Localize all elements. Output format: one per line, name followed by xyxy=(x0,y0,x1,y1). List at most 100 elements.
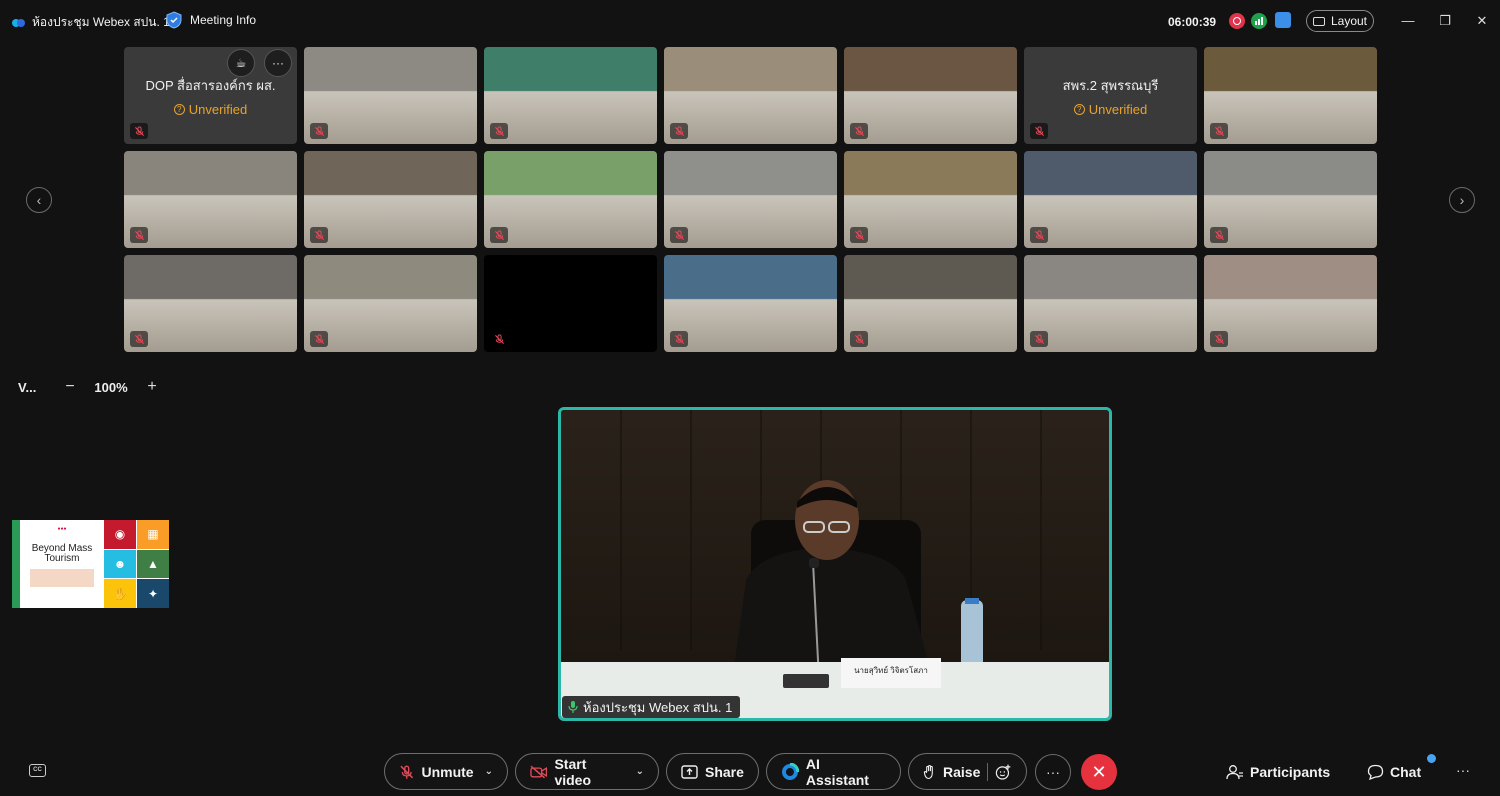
participants-button[interactable]: Participants xyxy=(1226,764,1330,780)
muted-microphone-icon xyxy=(490,227,508,243)
muted-microphone-icon xyxy=(310,123,328,139)
chevron-down-icon[interactable]: ⌄ xyxy=(636,766,644,777)
zoom-out-button[interactable]: − xyxy=(58,378,82,396)
start-video-button[interactable]: Start video ⌄ xyxy=(515,753,659,790)
muted-microphone-icon xyxy=(130,227,148,243)
chat-label: Chat xyxy=(1390,764,1422,780)
tile-more-options-button[interactable]: ··· xyxy=(264,49,292,77)
raise-label: Raise xyxy=(943,763,981,780)
muted-microphone-icon xyxy=(1210,123,1228,139)
shield-icon xyxy=(166,11,182,29)
muted-microphone-icon xyxy=(130,123,148,139)
muted-microphone-icon xyxy=(490,331,508,347)
ai-assistant-button[interactable]: AI Assistant xyxy=(766,753,901,790)
participant-tile[interactable] xyxy=(124,255,297,352)
network-stats-icon[interactable] xyxy=(1251,13,1267,29)
active-speaker-name-label: ห้องประชุม Webex สปน. 1 xyxy=(562,696,741,718)
participant-grid: DOP สื่อสารองค์กร ผส.? Unverified ☕ ··· สพร.… xyxy=(124,47,1377,352)
reaction-icon[interactable] xyxy=(995,763,1012,781)
next-page-button[interactable]: › xyxy=(1449,187,1475,213)
ai-assistant-label: AI Assistant xyxy=(805,755,869,788)
participant-tile[interactable] xyxy=(1204,47,1377,144)
unmute-label: Unmute xyxy=(421,763,474,780)
ai-assistant-icon xyxy=(781,762,799,780)
video-off-icon xyxy=(530,765,548,778)
participant-tile[interactable] xyxy=(484,151,657,248)
hand-icon xyxy=(923,764,933,779)
restore-icon[interactable]: ❐ xyxy=(1438,14,1452,28)
share-button[interactable]: Share xyxy=(666,753,759,790)
participant-tile[interactable]: DOP สื่อสารองค์กร ผส.? Unverified ☕ ··· xyxy=(124,47,297,144)
participant-tile[interactable] xyxy=(304,47,477,144)
notes-icon[interactable] xyxy=(1275,12,1291,28)
participant-tile[interactable] xyxy=(1024,255,1197,352)
microphone-icon xyxy=(568,701,578,713)
zoom-in-button[interactable]: + xyxy=(140,378,164,396)
participant-tile[interactable] xyxy=(1024,151,1197,248)
speaker-name: ห้องประชุม Webex สปน. 1 xyxy=(583,699,733,715)
zoom-controls: V... − 100% + xyxy=(18,378,164,396)
status-label: Unverified xyxy=(188,101,248,117)
view-label[interactable]: V... xyxy=(18,380,58,395)
participant-name: DOP สื่อสารองค์กร ผส. xyxy=(145,77,276,93)
muted-microphone-icon xyxy=(1030,123,1048,139)
participant-tile[interactable]: สพร.2 สุพรรณบุรี? Unverified xyxy=(1024,47,1197,144)
chat-button[interactable]: Chat xyxy=(1367,764,1421,780)
layout-label: Layout xyxy=(1330,14,1368,28)
webex-logo-icon xyxy=(12,17,26,29)
participant-tile[interactable] xyxy=(304,255,477,352)
closed-captions-button[interactable]: CC xyxy=(29,764,46,777)
layout-button[interactable]: Layout xyxy=(1306,10,1374,32)
participant-tile[interactable] xyxy=(664,255,837,352)
meeting-info-button[interactable]: Meeting Info xyxy=(166,11,256,29)
coffee-break-icon[interactable]: ☕ xyxy=(227,49,255,77)
participant-tile[interactable] xyxy=(304,151,477,248)
meeting-controls: CC Unmute ⌄ Start video ⌄ Share AI Assis… xyxy=(0,748,1500,796)
muted-microphone-icon xyxy=(670,331,688,347)
more-options-button[interactable]: ··· xyxy=(1035,754,1071,790)
question-icon: ? xyxy=(173,103,185,115)
end-meeting-button[interactable]: ✕ xyxy=(1081,754,1117,790)
participant-tile[interactable] xyxy=(844,47,1017,144)
sdg-icons: ◉ ▦ ☻ ▲ ✋ ✦ xyxy=(104,520,169,608)
raise-hand-button[interactable]: Raise xyxy=(908,753,1027,790)
chat-icon xyxy=(1367,764,1384,780)
meeting-clock: 06:00:39 xyxy=(1168,15,1217,29)
close-icon: ✕ xyxy=(1091,761,1107,782)
muted-microphone-icon xyxy=(130,331,148,347)
active-speaker-video[interactable]: นายสุวิทย์ วิจิตรโสภา xyxy=(558,407,1112,721)
share-icon xyxy=(681,764,698,779)
previous-page-button[interactable]: ‹ xyxy=(26,187,52,213)
muted-microphone-icon xyxy=(310,331,328,347)
divider xyxy=(987,762,989,781)
participant-tile[interactable] xyxy=(1204,255,1377,352)
people-icon: ☻ xyxy=(104,549,136,579)
unverified-status: ? Unverified xyxy=(173,101,248,117)
app-title: ห้องประชุม Webex สปน. 1 xyxy=(12,13,170,32)
participant-tile[interactable] xyxy=(844,255,1017,352)
participant-tile[interactable] xyxy=(1204,151,1377,248)
speaker-video-frame: นายสุวิทย์ วิจิตรโสภา xyxy=(561,410,1109,718)
muted-microphone-icon xyxy=(1210,227,1228,243)
nameplate-text: นายสุวิทย์ วิจิตรโสภา xyxy=(854,665,928,675)
meeting-title: ห้องประชุม Webex สปน. 1 xyxy=(32,15,170,29)
participant-tile[interactable] xyxy=(844,151,1017,248)
close-icon[interactable]: ✕ xyxy=(1475,14,1489,28)
recording-icon[interactable] xyxy=(1229,13,1245,29)
slide-title: Beyond Mass Tourism xyxy=(31,543,93,564)
participant-tile[interactable] xyxy=(484,255,657,352)
minimize-icon[interactable]: — xyxy=(1401,14,1415,28)
muted-microphone-icon xyxy=(310,227,328,243)
muted-microphone-icon xyxy=(850,123,868,139)
layout-icon xyxy=(1312,16,1325,26)
overflow-menu-button[interactable]: ··· xyxy=(1456,762,1470,778)
participant-tile[interactable] xyxy=(664,151,837,248)
participant-tile[interactable] xyxy=(484,47,657,144)
participant-tile[interactable] xyxy=(664,47,837,144)
unmute-button[interactable]: Unmute ⌄ xyxy=(384,753,508,790)
chevron-down-icon[interactable]: ⌄ xyxy=(485,766,493,777)
participants-label: Participants xyxy=(1250,764,1331,780)
participant-tile[interactable] xyxy=(124,151,297,248)
shared-content-thumbnail[interactable]: ●●● Beyond Mass Tourism ◉ ▦ ☻ ▲ ✋ ✦ xyxy=(12,520,169,608)
start-video-label: Start video xyxy=(554,755,592,788)
